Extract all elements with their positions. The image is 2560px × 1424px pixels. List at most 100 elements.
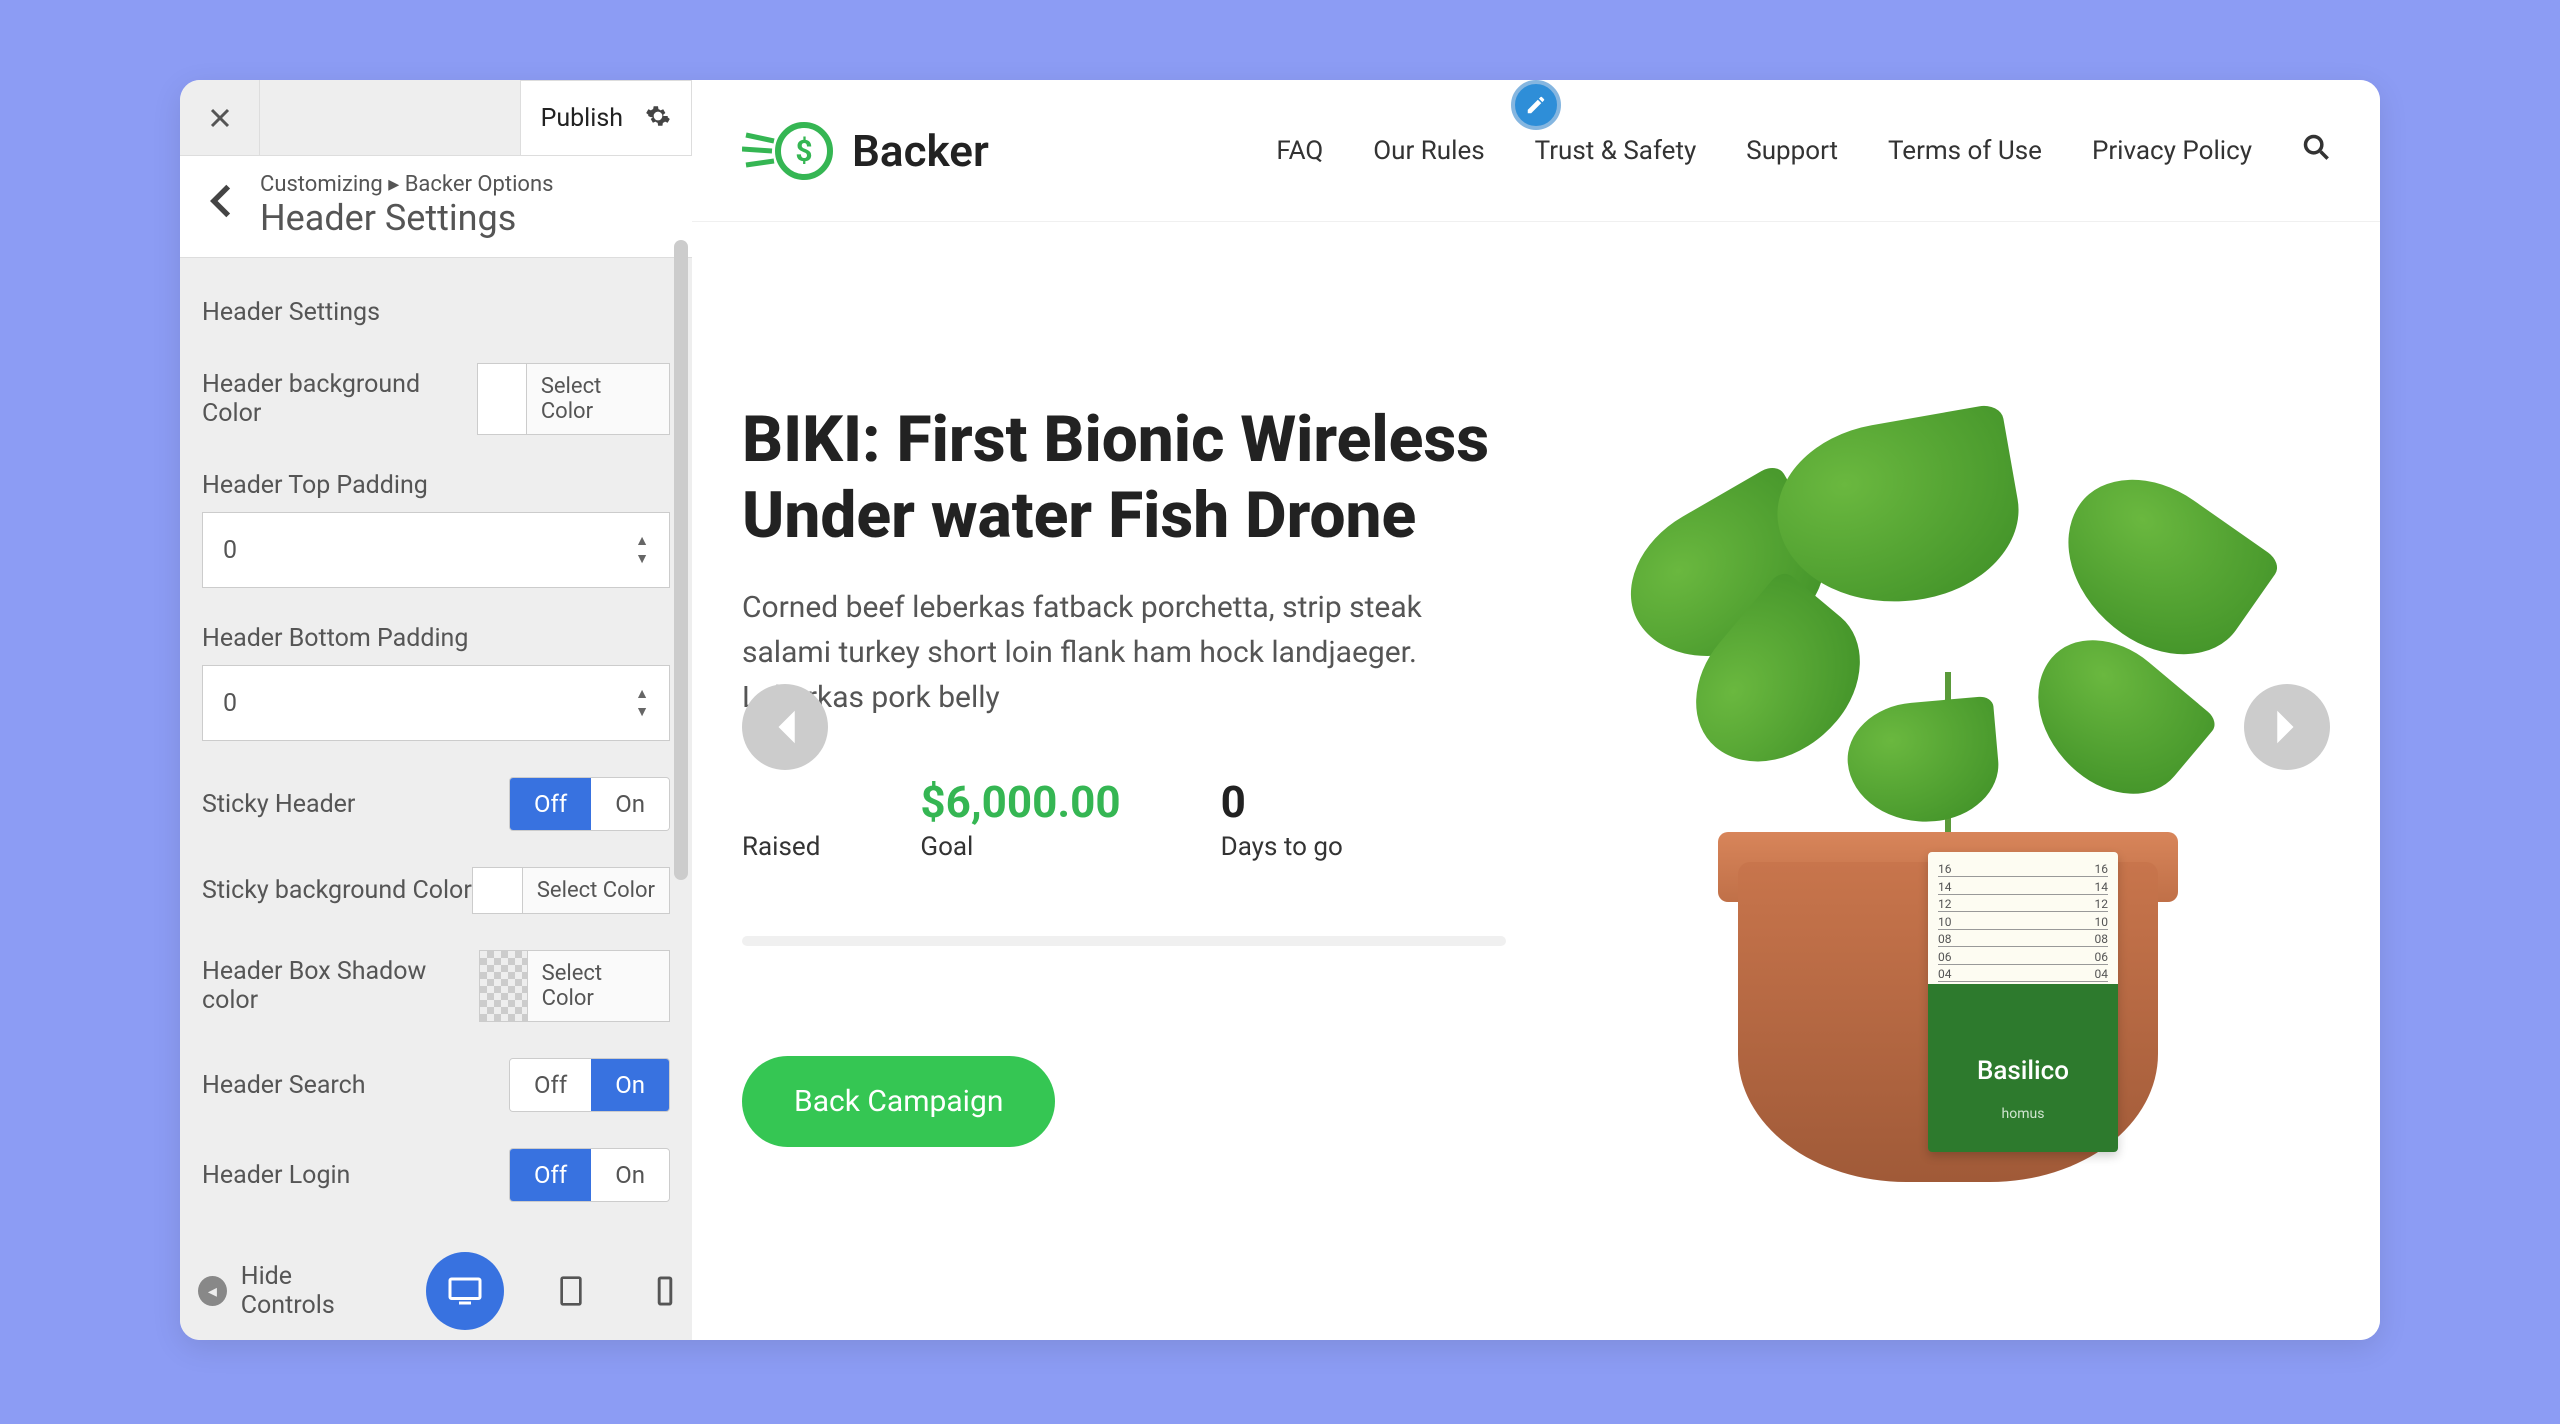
toggle-on[interactable]: On — [591, 778, 669, 830]
brand-name: Backer — [852, 125, 989, 177]
publish-button[interactable]: Publish — [541, 104, 623, 133]
progress-bar — [742, 936, 1506, 946]
panel-header: Customizing ▸ Backer Options Header Sett… — [180, 156, 692, 258]
logo-mark-icon: $ — [742, 121, 838, 181]
box-shadow-color-field: Header Box Shadow color Select Color — [202, 950, 670, 1022]
site-logo[interactable]: $ Backer — [742, 121, 989, 181]
back-campaign-button[interactable]: Back Campaign — [742, 1056, 1055, 1147]
select-color-label: Select Color — [528, 951, 669, 1021]
search-icon — [2302, 133, 2330, 161]
nav-our-rules[interactable]: Our Rules — [1373, 136, 1484, 166]
number-input[interactable]: 0 ▲ ▼ — [202, 665, 670, 741]
campaign-title: BIKI: First Bionic Wireless Under water … — [742, 402, 1506, 553]
stat-label: Days to go — [1221, 832, 1343, 862]
sticky-header-field: Sticky Header Off On — [202, 777, 670, 831]
stat-value: $6,000.00 — [920, 776, 1120, 828]
plant-label-name: Basilico — [1977, 1056, 2069, 1086]
caret-left-icon — [772, 707, 798, 747]
stat-days: 0 Days to go — [1221, 776, 1343, 862]
gear-icon[interactable] — [645, 103, 671, 133]
spacer — [260, 80, 520, 155]
stats-row: Raised $6,000.00 Goal 0 Days to go — [742, 776, 1506, 862]
stat-label: Raised — [742, 832, 820, 862]
toggle-off[interactable]: Off — [510, 778, 591, 830]
color-swatch-transparent — [480, 951, 528, 1021]
field-label: Sticky background Color — [202, 876, 472, 905]
color-picker[interactable]: Select Color — [477, 363, 670, 435]
number-input[interactable]: 0 ▲ ▼ — [202, 512, 670, 588]
nav-privacy[interactable]: Privacy Policy — [2092, 136, 2252, 166]
nav-faq[interactable]: FAQ — [1276, 136, 1323, 166]
desktop-view-button[interactable] — [426, 1252, 504, 1330]
toggle-on[interactable]: On — [591, 1059, 669, 1111]
plant-illustration: 1616 1414 1212 1010 0808 0606 0404 Basil… — [1648, 402, 2248, 1182]
sidebar-footer: ◂ Hide Controls — [198, 1252, 692, 1330]
chevron-left-icon — [210, 183, 232, 219]
toggle-off[interactable]: Off — [510, 1149, 591, 1201]
hero-content: BIKI: First Bionic Wireless Under water … — [742, 402, 1506, 1147]
color-swatch — [473, 868, 523, 913]
close-button[interactable] — [180, 80, 260, 155]
field-label: Header Box Shadow color — [202, 957, 479, 1015]
close-icon — [208, 106, 232, 130]
mobile-icon — [656, 1275, 674, 1307]
toggle-on[interactable]: On — [591, 1149, 669, 1201]
caret-left-icon: ◂ — [198, 1276, 227, 1306]
panel-body: Header Settings Header background Color … — [180, 258, 692, 1340]
device-toggle — [426, 1252, 692, 1330]
stepper: ▲ ▼ — [635, 687, 649, 719]
toggle: Off On — [509, 1148, 670, 1202]
stat-goal: $6,000.00 Goal — [920, 776, 1120, 862]
field-label: Header background Color — [202, 370, 477, 428]
field-label: Header Bottom Padding — [202, 624, 670, 653]
step-up[interactable]: ▲ — [635, 687, 649, 701]
header-search-field: Header Search Off On — [202, 1058, 670, 1112]
top-padding-field: Header Top Padding 0 ▲ ▼ — [202, 471, 670, 588]
stat-value — [742, 776, 820, 828]
color-picker[interactable]: Select Color — [472, 867, 670, 914]
hero-section: BIKI: First Bionic Wireless Under water … — [692, 222, 2380, 1232]
step-up[interactable]: ▲ — [635, 534, 649, 548]
breadcrumb: Customizing ▸ Backer Options — [260, 172, 554, 197]
pot: 1616 1414 1212 1010 0808 0606 0404 Basil… — [1738, 862, 2158, 1182]
select-color-label: Select Color — [527, 364, 669, 434]
slider-prev-button[interactable] — [742, 684, 828, 770]
field-label: Sticky Header — [202, 790, 355, 819]
sidebar-topbar: Publish — [180, 80, 692, 156]
search-button[interactable] — [2302, 133, 2330, 169]
nav-support[interactable]: Support — [1746, 136, 1838, 166]
toggle-off[interactable]: Off — [510, 1059, 591, 1111]
nav-trust-safety[interactable]: Trust & Safety — [1535, 136, 1697, 166]
page-title: Header Settings — [260, 197, 554, 239]
publish-section: Publish — [520, 80, 692, 155]
step-down[interactable]: ▼ — [635, 552, 649, 566]
plant-label-sub: homus — [2002, 1106, 2045, 1122]
field-label: Header Login — [202, 1161, 350, 1190]
customizer-sidebar: Publish Customizing ▸ Backer Options Hea… — [180, 80, 692, 1340]
stepper: ▲ ▼ — [635, 534, 649, 566]
step-down[interactable]: ▼ — [635, 705, 649, 719]
bottom-padding-field: Header Bottom Padding 0 ▲ ▼ — [202, 624, 670, 741]
preview-pane: $ Backer FAQ Our Rules Trust & Safety Su… — [692, 80, 2380, 1340]
stat-raised: Raised — [742, 776, 820, 862]
back-button[interactable] — [202, 183, 240, 228]
nav-terms[interactable]: Terms of Use — [1888, 136, 2042, 166]
header-login-field: Header Login Off On — [202, 1148, 670, 1202]
mobile-view-button[interactable] — [638, 1264, 692, 1318]
stat-label: Goal — [920, 832, 1120, 862]
tablet-icon — [558, 1275, 584, 1307]
input-value: 0 — [223, 689, 237, 718]
tablet-view-button[interactable] — [544, 1264, 598, 1318]
toggle: Off On — [509, 777, 670, 831]
campaign-description: Corned beef leberkas fatback porchetta, … — [742, 585, 1506, 720]
edit-badge[interactable] — [1511, 80, 1561, 130]
color-swatch — [478, 364, 526, 434]
field-label: Header Top Padding — [202, 471, 670, 500]
hide-controls-label: Hide Controls — [241, 1262, 386, 1320]
hero-image: 1616 1414 1212 1010 0808 0606 0404 Basil… — [1566, 402, 2330, 1182]
hide-controls-button[interactable]: ◂ Hide Controls — [198, 1262, 386, 1320]
color-picker[interactable]: Select Color — [479, 950, 670, 1022]
scrollbar[interactable] — [674, 258, 688, 880]
ruler: 1616 1414 1212 1010 0808 0606 0404 — [1938, 862, 2108, 982]
main-nav: FAQ Our Rules Trust & Safety Support Ter… — [1276, 133, 2330, 169]
